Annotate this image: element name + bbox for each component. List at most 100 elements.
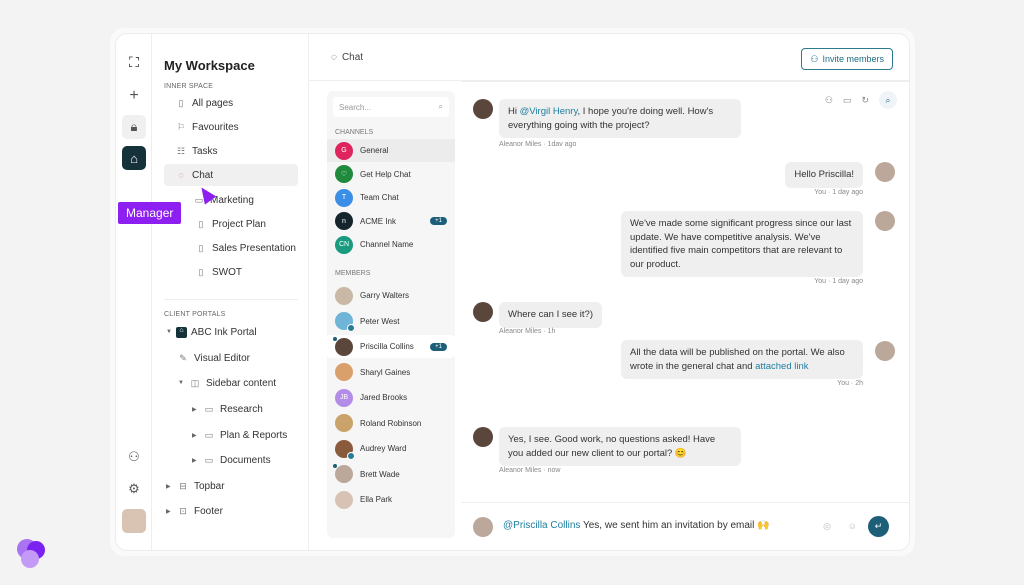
caret-right-icon[interactable]: ▶ <box>192 406 202 413</box>
online-dot <box>333 464 337 468</box>
folder-icon: ▭ <box>204 454 214 465</box>
avatar <box>473 427 493 447</box>
page-title: ◌ Chat <box>331 52 364 63</box>
sidebar-item-all-pages[interactable]: ▯ All pages <box>174 92 234 114</box>
footer-icon: ⊡ <box>179 505 187 516</box>
sidebar-item-tasks[interactable]: ☷ Tasks <box>174 140 218 162</box>
sidebar-item-favourites[interactable]: ⚐ Favourites <box>174 116 239 138</box>
portal-sidebar-content[interactable]: ▼ ◫ Sidebar content <box>178 372 276 394</box>
avatar <box>875 211 895 231</box>
search-input[interactable]: Search... ⌕ <box>333 97 449 117</box>
member-item[interactable]: Peter West <box>327 310 455 333</box>
caret-down-icon[interactable]: ▼ <box>166 329 176 335</box>
chat-icon: ◌ <box>178 170 184 180</box>
message-meta: You · 1 day ago <box>814 189 863 196</box>
channel-item[interactable]: CN Channel Name <box>327 233 455 256</box>
portal-footer[interactable]: ▶ ⊡ Footer <box>166 500 223 522</box>
portal-plan-reports[interactable]: ▶ ▭ Plan & Reports <box>192 424 287 446</box>
channel-item[interactable]: T Team Chat <box>327 186 455 209</box>
caret-down-icon[interactable]: ▼ <box>178 380 188 386</box>
sidebar-item-swot[interactable]: ▯ SWOT <box>194 261 242 283</box>
portal-documents[interactable]: ▶ ▭ Documents <box>192 449 271 471</box>
unread-badge: +1 <box>430 217 447 225</box>
message-bubble: Hi @Virgil Henry, I hope you're doing we… <box>499 99 741 138</box>
lock-icon[interactable]: 🔒︎ <box>122 115 146 139</box>
caret-right-icon[interactable]: ▶ <box>166 483 176 490</box>
message-meta: You · 1 day ago <box>814 278 863 285</box>
search-icon: ⌕ <box>438 102 443 111</box>
client-portals-label: CLIENT PORTALS <box>164 311 226 318</box>
app-frame: ⛶ + 🔒︎ ⌂ ⚇ ⚙ My Workspace INNER SPACE ▯ A… <box>110 28 915 556</box>
member-avatar: JB <box>335 388 353 407</box>
portal-visual-editor[interactable]: ✎ Visual Editor <box>176 347 250 369</box>
avatar <box>473 99 493 119</box>
folder-icon: ▭ <box>204 429 214 440</box>
portal-topbar[interactable]: ▶ ⊟ Topbar <box>166 475 225 497</box>
conversation-toolbar: ⚇ ▭ ↻ ⌕ <box>825 91 897 109</box>
page-icon: ▯ <box>198 266 204 277</box>
chat-list: Search... ⌕ CHANNELS G General ♡ Get Help Ch… <box>327 91 455 538</box>
caret-right-icon[interactable]: ▶ <box>192 432 202 439</box>
chat-icon: ◌ <box>331 52 337 63</box>
channel-avatar: CN <box>335 235 353 254</box>
add-user-icon: ⚇ <box>810 53 819 64</box>
avatar <box>875 162 895 182</box>
attach-icon[interactable]: ◎ <box>823 521 831 532</box>
brand-icon[interactable]: ⌂ <box>122 146 146 170</box>
sidebar-item-chat[interactable]: ◌ Chat <box>164 164 298 186</box>
portal-abc-ink[interactable]: ▼ ⌂ ABC Ink Portal <box>166 321 257 343</box>
member-item[interactable]: Garry Walters <box>327 284 455 307</box>
page-icon: ▯ <box>178 97 184 108</box>
member-item[interactable]: Sharyl Gaines <box>327 361 455 384</box>
message-bubble: All the data will be published on the po… <box>621 340 863 379</box>
members-label: MEMBERS <box>335 270 371 277</box>
mention-link[interactable]: @Virgil Henry <box>520 106 578 117</box>
message-bubble: We've made some significant progress sin… <box>621 211 863 277</box>
page-icon: ▯ <box>198 218 204 229</box>
caret-right-icon[interactable]: ▶ <box>166 508 176 515</box>
portal-research[interactable]: ▶ ▭ Research <box>192 398 263 420</box>
user-avatar[interactable] <box>122 509 146 533</box>
manager-tooltip: Manager <box>118 202 182 224</box>
brand-icon: ⌂ <box>176 326 187 338</box>
caret-right-icon[interactable]: ▶ <box>192 457 202 464</box>
member-item[interactable]: Ella Park <box>327 488 455 511</box>
channel-item[interactable]: ♡ Get Help Chat <box>327 163 455 186</box>
channel-avatar: n <box>335 212 353 230</box>
message-composer[interactable]: @Priscilla Collins Yes, we sent him an i… <box>461 502 909 550</box>
bookmark-icon: ⚐ <box>176 121 186 132</box>
channel-item[interactable]: G General <box>327 139 455 162</box>
icon-rail: ⛶ + 🔒︎ ⌂ ⚇ ⚙ <box>116 34 152 550</box>
member-item[interactable]: Roland Robinson <box>327 412 455 435</box>
workspace-title: My Workspace <box>164 58 255 73</box>
enter-icon: ↵ <box>874 521 883 531</box>
member-avatar <box>333 336 353 356</box>
attached-link[interactable]: attached link <box>755 361 808 372</box>
message-meta: Aleanor Miles · 1h <box>499 328 556 335</box>
panel-icon: ◫ <box>190 377 200 388</box>
video-icon[interactable]: ▭ <box>843 95 852 106</box>
channel-avatar: T <box>335 188 353 207</box>
members-icon[interactable]: ⚇ <box>825 95 833 106</box>
sidebar-item-project-plan[interactable]: ▯ Project Plan <box>194 213 266 235</box>
member-item[interactable]: Priscilla Collins +1 <box>327 335 455 358</box>
invite-members-button[interactable]: ⚇ Invite members <box>801 48 893 70</box>
member-item[interactable]: Audrey Ward <box>327 437 455 460</box>
channel-item[interactable]: n ACME Ink +1 <box>327 210 455 233</box>
search-icon[interactable]: ⌕ <box>879 91 897 109</box>
unread-badge: +1 <box>430 342 447 351</box>
plus-icon[interactable]: + <box>122 84 146 108</box>
refresh-icon[interactable]: ↻ <box>861 95 869 106</box>
member-item[interactable]: JB Jared Brooks <box>327 386 455 409</box>
scan-logo-icon[interactable]: ⛶ <box>122 50 146 74</box>
message-input[interactable]: @Priscilla Collins Yes, we sent him an i… <box>503 520 770 531</box>
sidebar-item-sales-presentation[interactable]: ▯ Sales Presentation <box>194 237 296 259</box>
conversation: ⚇ ▭ ↻ ⌕ Hi @Virgil Henry, I hope you're … <box>461 81 909 502</box>
users-icon[interactable]: ⚇ <box>122 445 146 469</box>
member-item[interactable]: Brett Wade <box>327 463 455 486</box>
send-button[interactable]: ↵ <box>868 516 889 537</box>
settings-icon[interactable]: ⚙ <box>122 477 146 501</box>
emoji-icon[interactable]: ☺ <box>848 521 857 531</box>
message-meta: You · 2h <box>837 380 863 387</box>
topbar-icon: ⊟ <box>179 480 187 491</box>
